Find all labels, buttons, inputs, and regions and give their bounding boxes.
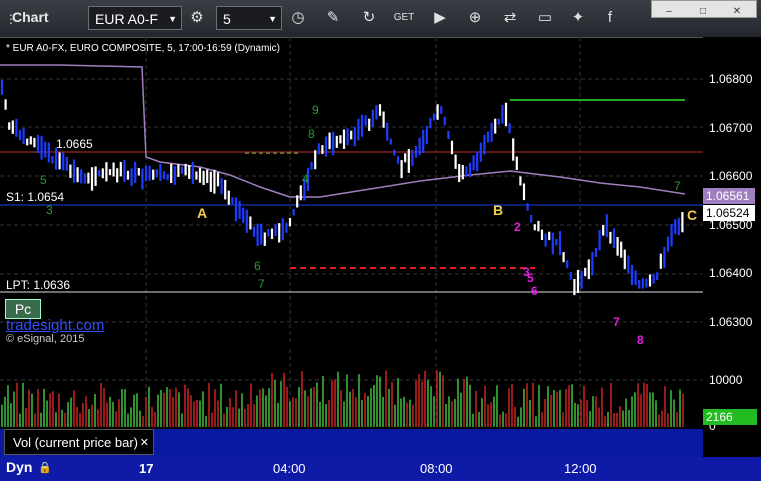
volume-panel[interactable] [0,349,703,427]
count-label: 7 [674,179,681,193]
last-price-badge: 1.06524 [703,205,755,221]
lock-icon[interactable]: 🔒 [38,461,52,474]
link-icon[interactable]: ⇄ [499,8,521,28]
window-controls: – □ ✕ [651,0,757,18]
refresh-icon[interactable]: ↻ [358,8,380,28]
count-label: 8 [637,333,644,347]
volume-bars [1,370,684,427]
close-icon[interactable]: ✕ [140,430,149,456]
count-label: 6 [254,259,261,273]
pencil-icon[interactable]: ✎ [322,8,344,28]
minimize-button[interactable]: – [652,4,686,20]
count-label: 9 [312,103,319,117]
count-label: 5 [40,173,47,187]
price-tick: 1.06800 [709,72,753,86]
lpt-label: LPT: 1.0636 [6,278,71,292]
facebook-icon[interactable]: f [599,8,621,28]
dyn-label[interactable]: Dyn [6,459,32,475]
play-icon[interactable]: ▶ [429,8,451,28]
maximize-button[interactable]: □ [686,4,720,20]
chevron-down-icon: ▼ [268,14,277,24]
time-tick: 12:00 [564,461,597,476]
s1-label: S1: 1.0654 [6,190,65,204]
chart-header: * EUR A0-FX, EURO COMPOSITE, 5, 17:00-16… [6,43,280,54]
count-label: 4 [302,172,309,186]
window-title: Chart [12,9,49,25]
cursor-icon[interactable]: ⊕ [464,8,486,28]
time-axis[interactable]: Dyn 🔒 17 04:00 08:00 12:00 [0,457,761,481]
count-label: 3 [46,203,53,217]
get-icon[interactable]: GET [393,8,415,28]
r1-label: 1.0665 [56,137,93,151]
price-tick: 1.06400 [709,266,753,280]
close-button[interactable]: ✕ [720,4,754,20]
symbol-value: EUR A0-F [95,11,159,27]
count-label: 8 [308,127,315,141]
avg-price-badge: 1.06561 [703,188,755,204]
chat-icon[interactable]: ▭ [534,8,556,28]
count-label: 7 [613,315,620,329]
price-tick: 1.06600 [709,169,753,183]
pc-button[interactable]: Pc [5,299,41,319]
settings-icon[interactable]: ⚙ [186,8,208,28]
volume-label: Vol (current price bar) ✕ [4,429,154,455]
time-tick: 08:00 [420,461,453,476]
interval-value: 5 [223,11,231,27]
symbol-dropdown[interactable]: EUR A0-F ▼ [88,6,182,30]
marker-b: B [493,202,504,218]
chevron-down-icon: ▼ [168,14,177,24]
clock-icon[interactable]: ◷ [287,8,309,28]
volume-label-text: Vol (current price bar) [13,435,138,450]
count-label: 2 [514,220,521,234]
price-chart-canvas [0,37,703,343]
volume-badge: 2166 [703,409,757,425]
marker-c: C [687,207,698,223]
grid-lines [0,37,703,343]
volume-canvas [0,349,703,427]
count-label: 7 [258,277,265,291]
price-tick: 1.06300 [709,315,753,329]
price-tick: 1.06700 [709,121,753,135]
interval-dropdown[interactable]: 5 ▼ [216,6,282,30]
marker-a: A [197,205,208,221]
chart-toolbar: ⋮ Chart EUR A0-F ▼ ⚙ 5 ▼ ◷ ✎ ↻ GET ▶ ⊕ ⇄… [0,0,761,38]
count-label: 5 [527,271,534,285]
watermark-link[interactable]: tradesight.com [6,317,104,334]
twitter-icon[interactable]: ✦ [567,8,589,28]
count-label: 6 [531,284,538,298]
volume-tick: 10000 [709,373,743,387]
price-chart[interactable]: * EUR A0-FX, EURO COMPOSITE, 5, 17:00-16… [0,37,704,347]
time-tick: 17 [139,461,154,476]
copyright-text: © eSignal, 2015 [6,333,85,345]
time-tick: 04:00 [273,461,306,476]
